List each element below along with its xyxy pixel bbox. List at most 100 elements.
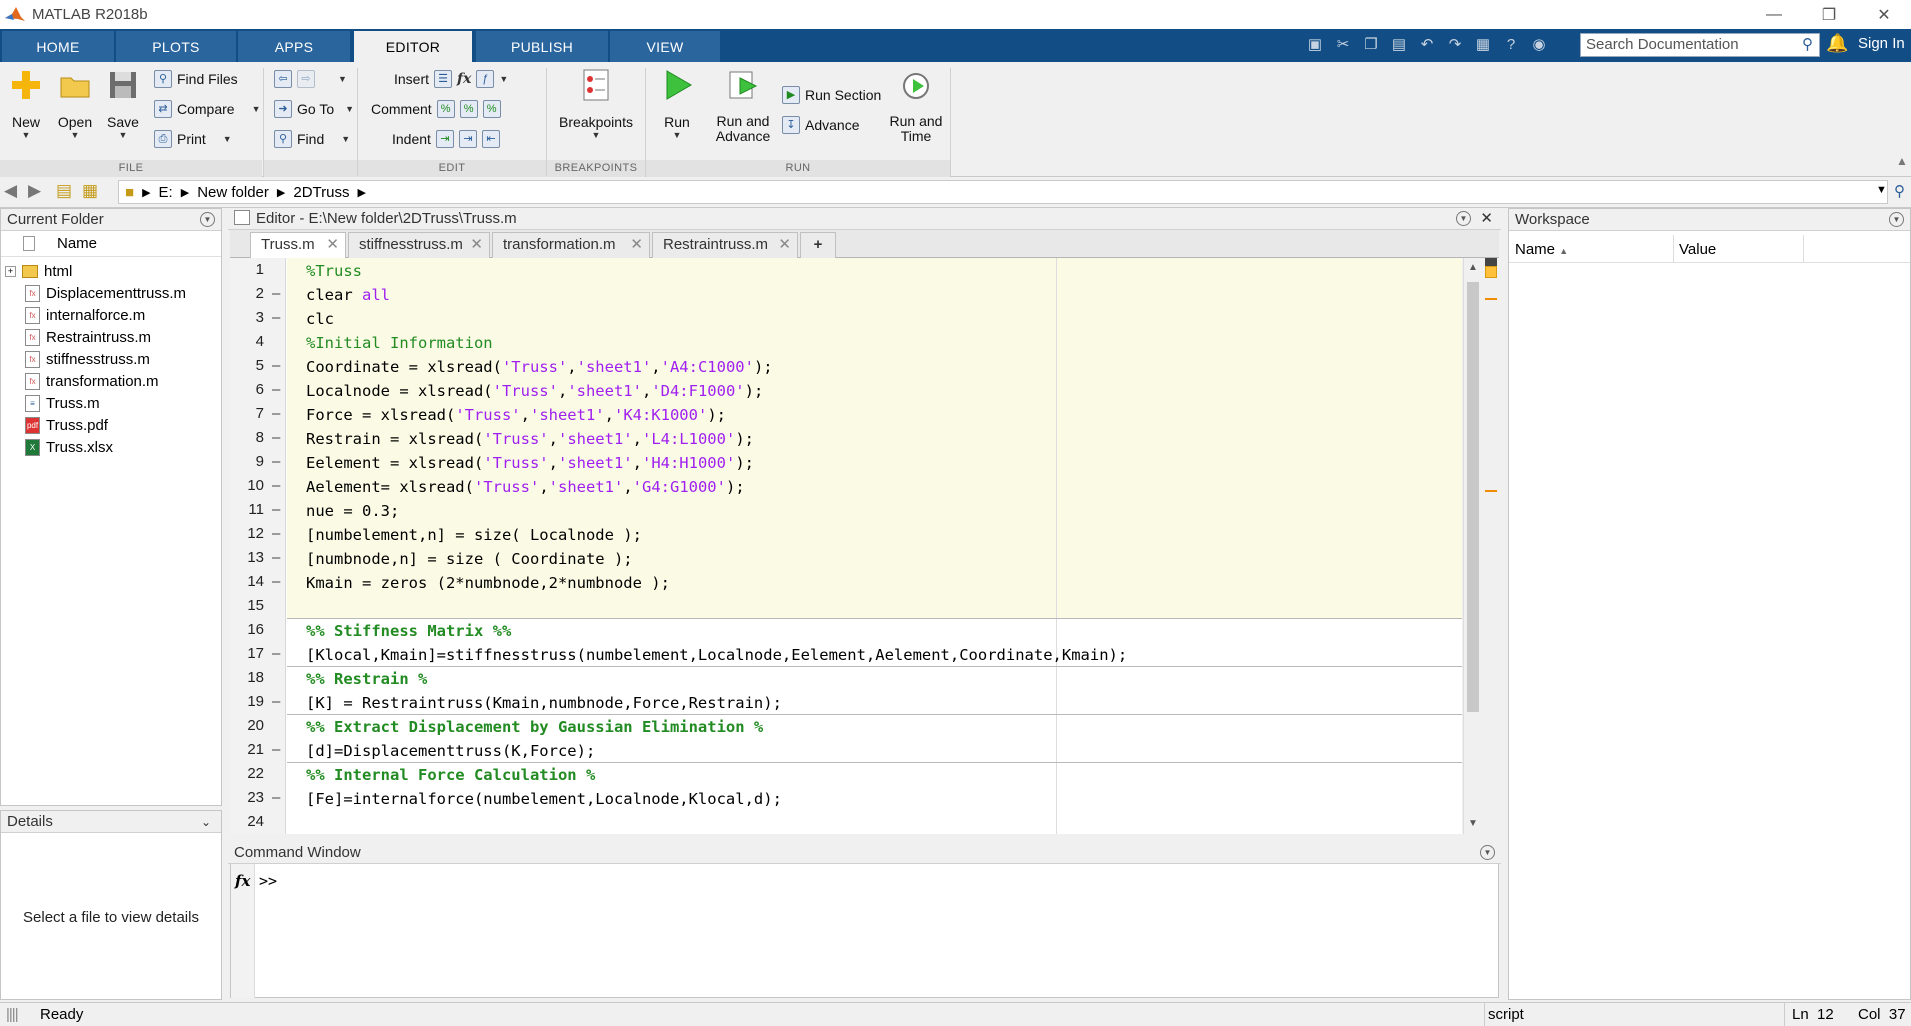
editor-tab-restraintruss[interactable]: Restraintruss.m ✕	[652, 232, 798, 258]
code-line[interactable]: [Fe]=internalforce(numbelement,Localnode…	[306, 790, 782, 808]
wrap-comments-icon[interactable]: %	[482, 100, 501, 118]
community-icon[interactable]: ◉	[1527, 31, 1551, 57]
advance-button[interactable]: ↧ Advance	[782, 116, 859, 134]
line-number[interactable]: 11–	[242, 501, 282, 518]
code-line[interactable]: Kmain = zeros (2*numbnode,2*numbnode );	[306, 574, 670, 592]
editor-tab-stiffnesstruss[interactable]: stiffnesstruss.m ✕	[348, 232, 490, 258]
comment-button[interactable]: Comment%%%	[371, 100, 501, 118]
line-number[interactable]: 16	[242, 621, 282, 638]
code-line[interactable]: [numbnode,n] = size ( Coordinate );	[306, 550, 633, 568]
line-number[interactable]: 8–	[242, 429, 282, 446]
find-files-button[interactable]: ⚲ Find Files	[154, 70, 238, 88]
run-and-advance-button[interactable]: Run and Advance	[712, 68, 774, 144]
line-number[interactable]: 18	[242, 669, 282, 686]
line-number[interactable]: 14–	[242, 573, 282, 590]
expand-icon[interactable]: +	[5, 266, 16, 277]
code-line[interactable]: clear all	[306, 286, 390, 304]
code-line[interactable]: Eelement = xlsread('Truss','sheet1','H4:…	[306, 454, 754, 472]
line-number[interactable]: 19–	[242, 693, 282, 710]
path-folder-new-folder[interactable]: New folder	[197, 184, 269, 201]
code-line[interactable]: [K] = Restraintruss(Kmain,numbnode,Force…	[306, 694, 782, 712]
line-number[interactable]: 4	[242, 333, 282, 350]
scroll-down-icon[interactable]: ▼	[1468, 818, 1478, 829]
code-line[interactable]: [d]=Displacementtruss(K,Force);	[306, 742, 595, 760]
panel-menu-icon[interactable]: ▼	[200, 212, 215, 227]
line-number[interactable]: 5–	[242, 357, 282, 374]
column-header-name[interactable]: Name ▲	[1515, 241, 1568, 258]
code-line[interactable]: %% Restrain %	[306, 670, 427, 688]
nav-forward-icon[interactable]: ⇨	[297, 70, 315, 88]
path-folder-2dtruss[interactable]: 2DTruss	[293, 184, 349, 201]
tab-apps[interactable]: APPS	[238, 31, 350, 62]
back-icon[interactable]: ◀	[4, 181, 17, 201]
tab-publish[interactable]: PUBLISH	[476, 31, 608, 62]
editor-tab-transformation[interactable]: transformation.m ✕	[492, 232, 650, 258]
insert-function-icon[interactable]: ƒ	[476, 70, 495, 88]
list-item[interactable]: ≡ Truss.m	[25, 395, 100, 412]
list-item[interactable]: + html	[5, 263, 72, 280]
search-icon[interactable]: ⚲	[1802, 35, 1813, 53]
code-line[interactable]: [Klocal,Kmain]=stiffnesstruss(numbelemen…	[306, 646, 1127, 664]
fx-icon[interactable]: fx	[457, 71, 471, 87]
tab-plots[interactable]: PLOTS	[116, 31, 236, 62]
browse-folder-icon[interactable]: ▦	[82, 181, 98, 201]
nav-back-icon[interactable]: ⇦	[274, 70, 292, 88]
save-icon[interactable]: ▣	[1303, 31, 1327, 57]
switch-windows-icon[interactable]: ▦	[1471, 31, 1495, 57]
list-item[interactable]: fx Restraintruss.m	[25, 329, 151, 346]
code-line[interactable]: %Initial Information	[306, 334, 493, 352]
increase-indent-icon[interactable]: ⇥	[458, 130, 477, 148]
code-line[interactable]: Coordinate = xlsread('Truss','sheet1','A…	[306, 358, 773, 376]
tab-home[interactable]: HOME	[2, 31, 114, 62]
folder-path[interactable]: ■ ▶ E: ▶ New folder ▶ 2DTruss ▶	[118, 180, 1888, 204]
uncomment-icon[interactable]: %	[459, 100, 478, 118]
breakpoints-button[interactable]: Breakpoints ▼	[556, 68, 636, 140]
redo-icon[interactable]: ↷	[1443, 31, 1467, 57]
code-line[interactable]: %% Stiffness Matrix %%	[306, 622, 511, 640]
forward-icon[interactable]: ▶	[28, 181, 41, 201]
copy-icon[interactable]: ❐	[1359, 31, 1383, 57]
minimize-button[interactable]: —	[1751, 0, 1797, 29]
go-to-button[interactable]: ➜ Go To ▼	[274, 100, 354, 118]
up-folder-icon[interactable]: ▤	[56, 181, 72, 201]
line-number[interactable]: 20	[242, 717, 282, 734]
line-number[interactable]: 22	[242, 765, 282, 782]
decrease-indent-icon[interactable]: ⇤	[481, 130, 500, 148]
close-window-button[interactable]: ✕	[1861, 0, 1907, 29]
close-tab-icon[interactable]: ✕	[778, 233, 791, 257]
find-button[interactable]: ⚲ Find ▼	[274, 130, 350, 148]
code-editor[interactable]: 1 2–3–4 5–6–7–8–9–10–11–12–13–14–15 16 17–18…	[230, 258, 1462, 834]
line-number[interactable]: 24	[242, 813, 282, 830]
function-browser-icon[interactable]: fx	[235, 872, 250, 890]
line-number[interactable]: 23–	[242, 789, 282, 806]
undo-icon[interactable]: ↶	[1415, 31, 1439, 57]
list-item[interactable]: fx transformation.m	[25, 373, 159, 390]
warning-mark[interactable]	[1485, 298, 1497, 300]
editor-menu-icon[interactable]: ▼	[1456, 211, 1471, 226]
nav-dropdown-icon[interactable]: ▼	[338, 74, 347, 84]
close-tab-icon[interactable]: ✕	[326, 233, 339, 257]
folder-search-icon[interactable]: ⚲	[1894, 182, 1905, 200]
new-button[interactable]: New ▼	[6, 68, 46, 140]
list-item[interactable]: X Truss.xlsx	[25, 439, 113, 456]
code-line[interactable]: %% Extract Displacement by Gaussian Elim…	[306, 718, 763, 736]
code-line[interactable]: clc	[306, 310, 334, 328]
scroll-up-icon[interactable]: ▲	[1468, 262, 1478, 273]
print-button[interactable]: ⎙ Print ▼	[154, 130, 232, 148]
close-tab-icon[interactable]: ✕	[470, 233, 483, 257]
line-number[interactable]: 17–	[242, 645, 282, 662]
line-number[interactable]: 15	[242, 597, 282, 614]
code-line[interactable]: %% Internal Force Calculation %	[306, 766, 595, 784]
help-icon[interactable]: ?	[1499, 31, 1523, 57]
run-and-time-button[interactable]: Run and Time	[886, 68, 946, 144]
line-number[interactable]: 12–	[242, 525, 282, 542]
code-line[interactable]: [numbelement,n] = size( Localnode );	[306, 526, 642, 544]
line-number[interactable]: 7–	[242, 405, 282, 422]
tab-view[interactable]: VIEW	[610, 31, 720, 62]
indent-button[interactable]: Indent ⇥ ⇥ ⇤	[392, 130, 500, 148]
line-number[interactable]: 13–	[242, 549, 282, 566]
tab-editor[interactable]: EDITOR	[354, 31, 472, 62]
command-window-menu-icon[interactable]: ▼	[1480, 845, 1495, 860]
insert-button[interactable]: Insert ☰ fx ƒ ▼	[394, 70, 508, 88]
code-line[interactable]: %Truss	[306, 262, 362, 280]
